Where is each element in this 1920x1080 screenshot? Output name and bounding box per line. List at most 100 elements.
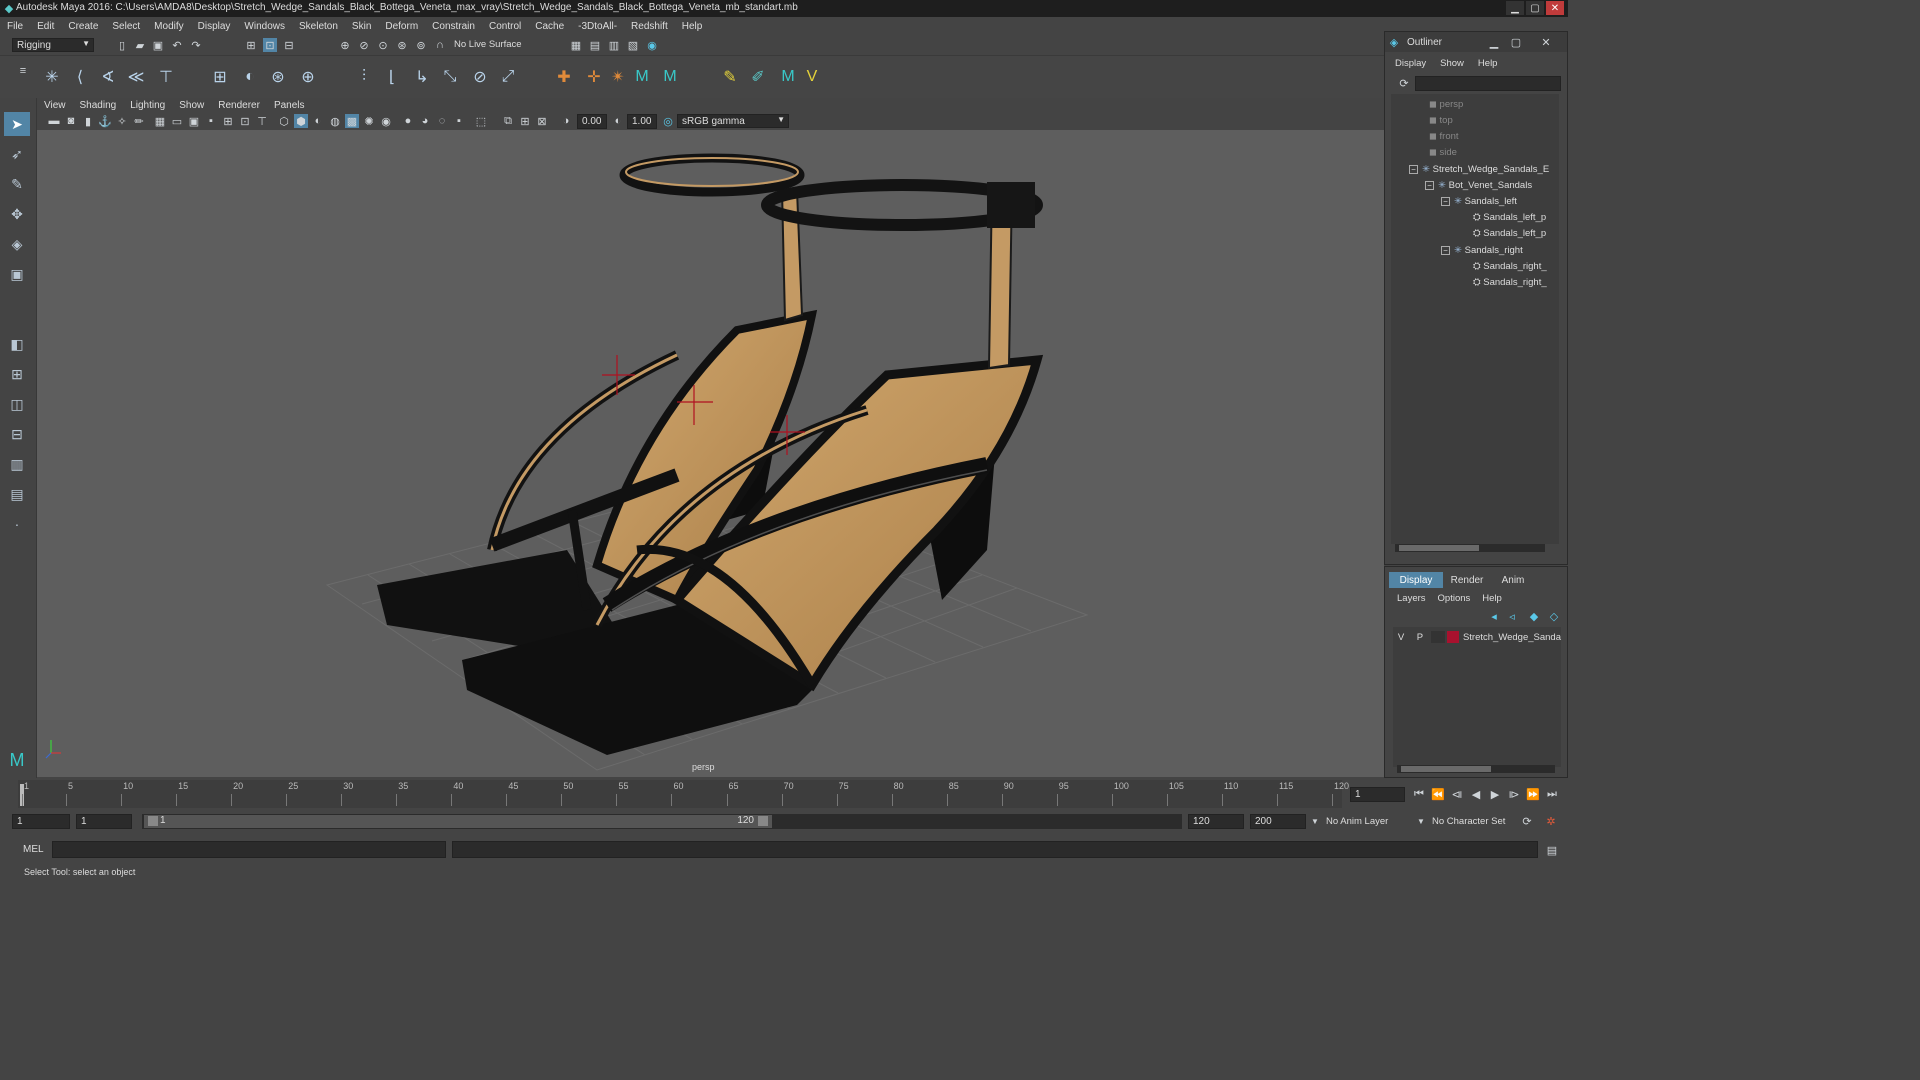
animation-end-field[interactable]: 200 <box>1250 814 1306 829</box>
ik-spline-icon[interactable]: ∢ <box>96 65 120 89</box>
viewport-persp[interactable]: persp <box>37 130 1384 777</box>
lights-icon[interactable]: ✺ <box>362 114 376 128</box>
command-input[interactable] <box>52 841 446 858</box>
outliner-refresh-icon[interactable]: ⟳ <box>1397 76 1411 90</box>
outliner-item-sandals-right[interactable]: − ✳ Sandals_right <box>1441 242 1523 258</box>
play-backwards-icon[interactable]: ◀ <box>1469 787 1483 801</box>
safe-action-icon[interactable]: ⊡ <box>238 114 252 128</box>
layout-graph-icon[interactable]: ▤ <box>4 482 30 506</box>
preferences-icon[interactable]: ✲ <box>1544 814 1558 828</box>
layout-two-icon[interactable]: ◫ <box>4 392 30 416</box>
new-layer-selected-icon[interactable]: ◇ <box>1547 609 1561 623</box>
frame-all-icon[interactable]: ⊞ <box>518 114 532 128</box>
panel-menu-view[interactable]: View <box>37 100 73 111</box>
layout-split-icon[interactable]: ⊟ <box>4 422 30 446</box>
layout-more-icon[interactable]: · <box>4 512 30 536</box>
menu-cache[interactable]: Cache <box>528 21 571 32</box>
menu-edit[interactable]: Edit <box>30 21 61 32</box>
shadows-icon[interactable]: ◉ <box>379 114 393 128</box>
rotate-tool-icon[interactable]: ◈ <box>4 232 30 256</box>
panel-menu-panels[interactable]: Panels <box>267 100 312 111</box>
layer-menu-help[interactable]: Help <box>1482 593 1502 604</box>
close-button[interactable]: ✕ <box>1546 1 1564 15</box>
panel-menu-show[interactable]: Show <box>172 100 211 111</box>
layer-playback-toggle[interactable]: P <box>1411 632 1429 643</box>
menu-skeleton[interactable]: Skeleton <box>292 21 345 32</box>
animation-start-field[interactable]: 1 <box>12 814 70 829</box>
hypershade-icon[interactable]: ◉ <box>645 38 659 52</box>
gamma-icon[interactable]: ◐ <box>611 114 625 128</box>
current-frame-field[interactable]: 1 <box>1350 787 1405 802</box>
outliner-item-sandals-right-child[interactable]: ⛭ Sandals_right_ <box>1473 258 1547 274</box>
snap-grid-icon[interactable]: ⊕ <box>338 38 352 52</box>
shelf-tabs-icon[interactable]: ≡ <box>16 64 30 78</box>
outliner-item-sandals-left-child[interactable]: ⛭ Sandals_left_p <box>1473 209 1546 225</box>
star-locator-icon[interactable]: ✴ <box>606 65 630 89</box>
select-tool-icon[interactable]: ➤ <box>4 112 30 136</box>
menu-constrain[interactable]: Constrain <box>425 21 482 32</box>
play-forwards-icon[interactable]: ▶ <box>1488 787 1502 801</box>
field-chart-icon[interactable]: ⊞ <box>221 114 235 128</box>
ipr-render-icon[interactable]: ▥ <box>607 38 621 52</box>
collapse-icon[interactable]: − <box>1409 164 1418 174</box>
character-set-dropdown[interactable]: No Character Set <box>1432 814 1522 829</box>
range-end-grip[interactable] <box>758 816 768 826</box>
lattice-icon[interactable]: ⊛ <box>266 65 290 89</box>
tab-render[interactable]: Render <box>1443 572 1491 588</box>
film-gate-icon[interactable]: ▭ <box>170 114 184 128</box>
outliner-menu-show[interactable]: Show <box>1440 58 1464 69</box>
menu-display[interactable]: Display <box>191 21 238 32</box>
layer-display-type-toggle[interactable] <box>1430 631 1445 643</box>
mirror-joint-icon[interactable]: ⊤ <box>154 65 178 89</box>
textured-icon[interactable]: ▩ <box>345 114 359 128</box>
time-slider[interactable]: 1 5 10 15 20 25 30 35 40 45 50 55 60 65 70 75 80 85 90 95 10… <box>0 778 1568 811</box>
maya-m-alt-icon[interactable]: M <box>658 65 682 89</box>
orient-constraint-icon[interactable]: ↳ <box>410 65 434 89</box>
xray-joints-icon[interactable]: ◕ <box>418 114 432 128</box>
gate-mask-icon[interactable]: ▪ <box>204 114 218 128</box>
cluster-icon[interactable]: ⊕ <box>296 65 320 89</box>
2d-pan-icon[interactable]: ✧ <box>115 114 129 128</box>
antialias-icon[interactable]: ▪ <box>452 114 466 128</box>
new-layer-icon[interactable]: ◆ <box>1527 609 1541 623</box>
snap-curve-icon[interactable]: ⊘ <box>357 38 371 52</box>
insert-joint-icon[interactable]: ≪ <box>124 65 148 89</box>
undo-icon[interactable]: ↶ <box>170 38 184 52</box>
layer-color-swatch[interactable] <box>1446 631 1459 643</box>
menu-control[interactable]: Control <box>482 21 528 32</box>
outliner-hscroll-thumb[interactable] <box>1399 545 1479 551</box>
outliner-filter-input[interactable] <box>1415 76 1561 91</box>
grease-pencil-icon[interactable]: ✏ <box>132 114 146 128</box>
frame-selected-icon[interactable]: ⊠ <box>535 114 549 128</box>
outliner-menu-help[interactable]: Help <box>1478 58 1498 69</box>
scale-constraint-icon[interactable]: ⤡ <box>438 65 462 89</box>
select-hierarchy-icon[interactable]: ⊞ <box>244 38 258 52</box>
snap-magnet-icon[interactable]: ∩ <box>433 38 447 52</box>
move-layer-down-icon[interactable]: ◃ <box>1505 609 1519 623</box>
go-to-start-icon[interactable]: ⏮ <box>1412 787 1426 801</box>
panel-menu-renderer[interactable]: Renderer <box>211 100 267 111</box>
tab-display[interactable]: Display <box>1389 572 1443 588</box>
exposure-icon[interactable]: ◑ <box>559 114 573 128</box>
tab-anim[interactable]: Anim <box>1491 572 1535 588</box>
outliner-hscrollbar[interactable] <box>1395 544 1545 552</box>
auto-key-icon[interactable]: ⟳ <box>1520 814 1534 828</box>
save-scene-icon[interactable]: ▣ <box>151 38 165 52</box>
wireframe-icon[interactable]: ⬡ <box>277 114 291 128</box>
time-slider-track[interactable]: 1 5 10 15 20 25 30 35 40 45 50 55 60 65 70 75 80 85 90 95 10… <box>18 780 1349 808</box>
menu-redshift[interactable]: Redshift <box>624 21 675 32</box>
locator-plus-icon[interactable]: ✛ <box>582 65 606 89</box>
maya-m-icon[interactable]: M <box>630 65 654 89</box>
smooth-shade-icon[interactable]: ⬢ <box>294 114 308 128</box>
menu-file[interactable]: File <box>0 21 30 32</box>
locator-icon[interactable]: ✚ <box>552 65 576 89</box>
outliner-item-sandals-right-child[interactable]: ⛭ Sandals_right_ <box>1473 274 1547 290</box>
paint-weights-icon[interactable]: ◐ <box>238 65 262 89</box>
parent-constraint-icon[interactable]: ⫶ <box>352 65 376 89</box>
outliner-item-sandals-left[interactable]: − ✳ Sandals_left <box>1441 193 1517 209</box>
anim-layer-dropdown[interactable]: No Anim Layer <box>1326 814 1426 829</box>
view-transform-dropdown[interactable]: sRGB gamma ▼ <box>677 114 789 128</box>
outliner-item-top[interactable]: ◼ top <box>1429 112 1453 128</box>
pole-vector-icon[interactable]: ⤢ <box>496 65 520 89</box>
render-current-icon[interactable]: ▤ <box>588 38 602 52</box>
